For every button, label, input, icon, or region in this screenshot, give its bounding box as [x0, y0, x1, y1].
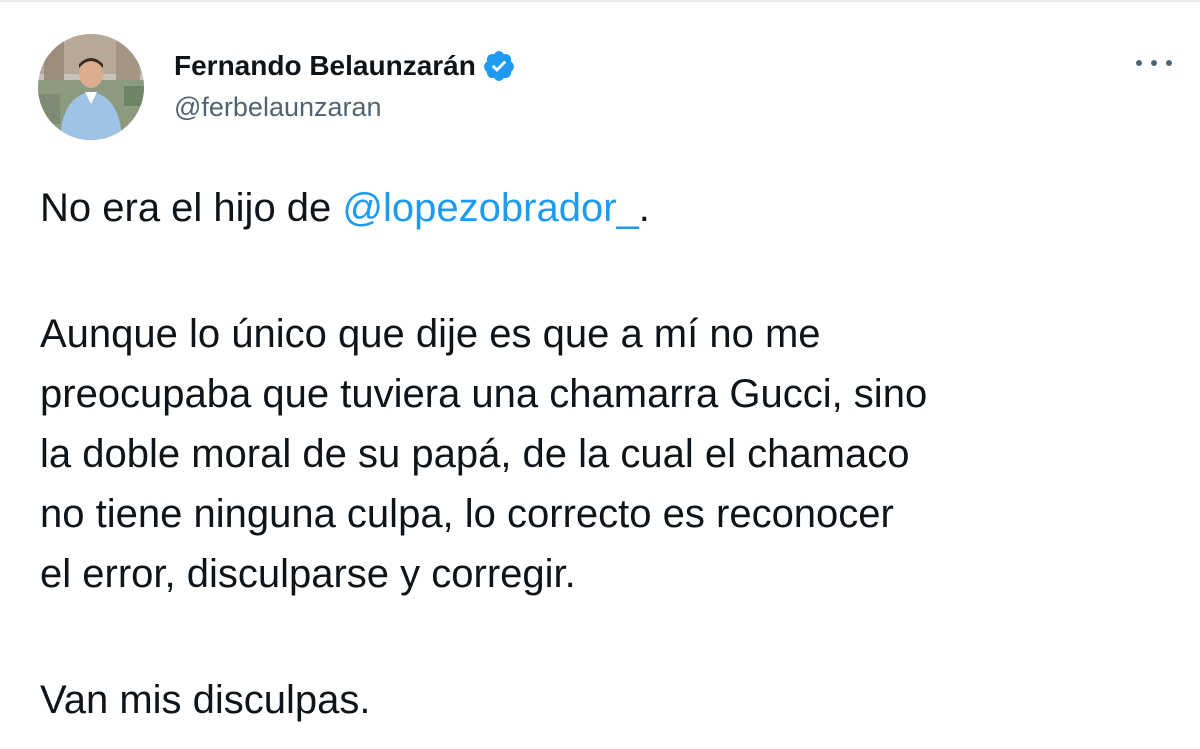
more-options-icon-dot [1166, 60, 1172, 66]
profile-photo [38, 34, 144, 140]
tweet-paragraph-2-line: el error, disculparse y corregir. [40, 552, 576, 596]
verified-badge-icon [482, 49, 516, 83]
mention-link[interactable]: @lopezobrador_ [342, 186, 638, 230]
tweet-text-suffix: . [638, 186, 650, 230]
more-options-icon-dot [1151, 60, 1157, 66]
tweet-paragraph-2-line: no tiene ninguna culpa, lo correcto es r… [40, 492, 894, 536]
tweet-text: No era el hijo de @lopezobrador_. Aunque… [40, 178, 1170, 730]
tweet-card: Fernando Belaunzarán @ferbelaunzaran No … [0, 0, 1200, 749]
avatar[interactable] [38, 34, 144, 140]
more-options-button[interactable] [1136, 48, 1172, 78]
author-display-name[interactable]: Fernando Belaunzarán [174, 50, 476, 82]
tweet-paragraph-2-line: Aunque lo único que dije es que a mí no … [40, 312, 821, 356]
tweet-paragraph-3: Van mis disculpas. [40, 678, 371, 722]
more-options-icon [1136, 60, 1142, 66]
author-handle[interactable]: @ferbelaunzaran [174, 92, 382, 123]
tweet-paragraph-2-line: la doble moral de su papá, de la cual el… [40, 432, 910, 476]
tweet-paragraph-2-line: preocupaba que tuviera una chamarra Gucc… [40, 372, 928, 416]
tweet-paragraph-1: No era el hijo de @lopezobrador_. [40, 178, 1170, 238]
tweet-text-prefix: No era el hijo de [40, 186, 343, 230]
author-name-row: Fernando Belaunzarán [174, 46, 516, 86]
